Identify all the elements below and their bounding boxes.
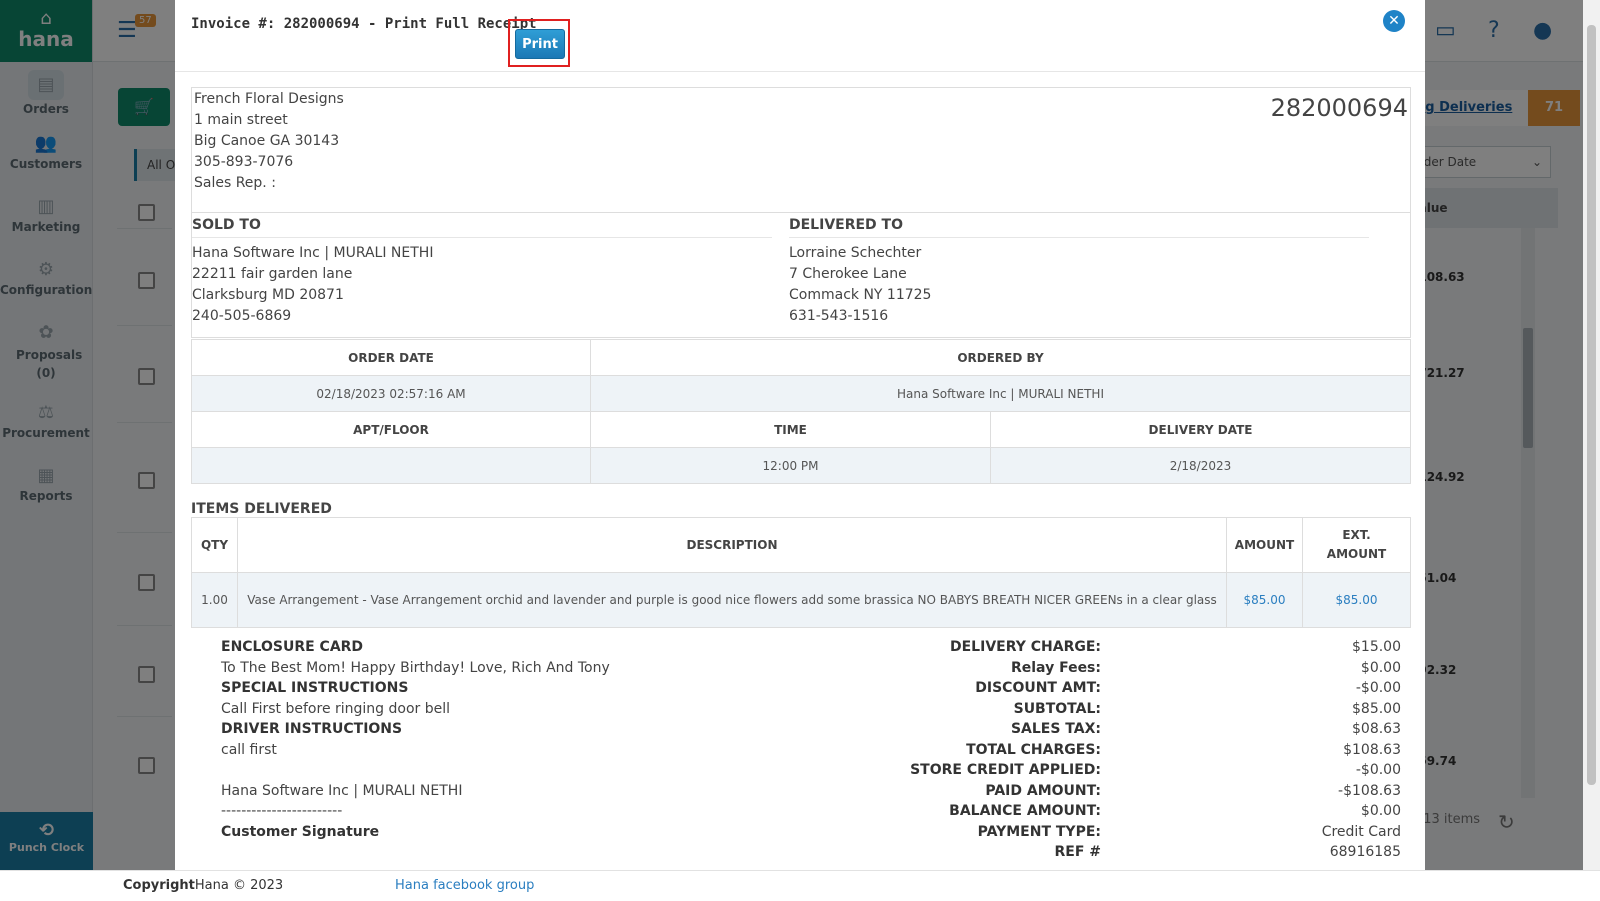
address-section: SOLD TO Hana Software Inc | MURALI NETHI… bbox=[191, 213, 1411, 338]
total-row-delivery-charge: DELIVERY CHARGE: $15.00 bbox=[950, 639, 1401, 655]
company-phone: 305-893-7076 bbox=[194, 154, 294, 170]
ordered-by-header: ORDERED BY bbox=[590, 339, 1411, 376]
ext-amount-header: EXT. AMOUNT bbox=[1302, 517, 1411, 573]
total-row-sales-tax: SALES TAX: $08.63 bbox=[1010, 721, 1401, 737]
modal-header: Invoice #: 282000694 - Print Full Receip… bbox=[175, 0, 1425, 72]
delivered-to-heading: DELIVERED TO bbox=[789, 213, 1369, 238]
total-row-balance-amount: BALANCE AMOUNT: $0.00 bbox=[949, 803, 1401, 819]
table-row: 1.00 Vase Arrangement - Vase Arrangement… bbox=[191, 572, 1411, 628]
company-address: 1 main street bbox=[194, 112, 288, 128]
invoice-number: 282000694 bbox=[1270, 94, 1408, 122]
sales-rep: Sales Rep. : bbox=[194, 175, 276, 191]
print-receipt-modal: Invoice #: 282000694 - Print Full Receip… bbox=[175, 0, 1425, 870]
delivery-date-value: 2/18/2023 bbox=[990, 447, 1411, 484]
apt-floor-value bbox=[191, 447, 591, 484]
total-row-total-charges: TOTAL CHARGES: $108.63 bbox=[966, 741, 1401, 758]
close-icon[interactable]: ✕ bbox=[1383, 10, 1405, 32]
driver-instructions-label: DRIVER INSTRUCTIONS bbox=[221, 721, 403, 737]
special-instructions-text: Call First before ringing door bell bbox=[221, 700, 451, 717]
total-row-payment-type: PAYMENT TYPE: Credit Card bbox=[977, 823, 1401, 840]
delivered-to: DELIVERED TO Lorraine Schechter 7 Cherok… bbox=[789, 213, 1369, 327]
sold-to-name: Hana Software Inc | MURALI NETHI bbox=[192, 245, 434, 261]
modal-title: Invoice #: 282000694 - Print Full Receip… bbox=[191, 16, 537, 32]
sold-to-heading: SOLD TO bbox=[192, 213, 772, 238]
special-instructions-label: SPECIAL INSTRUCTIONS bbox=[221, 680, 409, 696]
print-button-highlight: Print bbox=[508, 19, 570, 67]
item-qty: 1.00 bbox=[191, 572, 238, 628]
company-info: French Floral Designs 1 main street Big … bbox=[191, 87, 1411, 213]
total-row-ref: REF #68916185 bbox=[1054, 844, 1401, 860]
total-row-discount: DISCOUNT AMT: -$0.00 bbox=[975, 680, 1401, 696]
signature-name: Hana Software Inc | MURALI NETHI bbox=[221, 782, 463, 799]
amount-header: AMOUNT bbox=[1226, 517, 1303, 573]
company-city: Big Canoe GA 30143 bbox=[194, 133, 340, 149]
driver-instructions-text: call first bbox=[221, 741, 277, 758]
sold-to-address: 22211 fair garden lane bbox=[192, 266, 353, 282]
delivered-to-phone: 631-543-1516 bbox=[789, 308, 889, 324]
order-notes: ENCLOSURE CARD To The Best Mom! Happy Bi… bbox=[221, 637, 721, 842]
delivered-to-address: 7 Cherokee Lane bbox=[789, 266, 907, 282]
qty-header: QTY bbox=[191, 517, 238, 573]
ordered-by-value: Hana Software Inc | MURALI NETHI bbox=[590, 375, 1411, 412]
receipt: French Floral Designs 1 main street Big … bbox=[191, 87, 1411, 870]
enclosure-card-label: ENCLOSURE CARD bbox=[221, 639, 364, 655]
delivered-to-city: Commack NY 11725 bbox=[789, 287, 932, 303]
customer-signature-label: Customer Signature bbox=[221, 823, 380, 840]
sold-to: SOLD TO Hana Software Inc | MURALI NETHI… bbox=[192, 213, 772, 327]
time-value: 12:00 PM bbox=[590, 447, 991, 484]
print-button[interactable]: Print bbox=[515, 29, 565, 59]
sold-to-phone: 240-505-6869 bbox=[192, 308, 292, 324]
sold-to-city: Clarksburg MD 20871 bbox=[192, 287, 344, 303]
item-description: Vase Arrangement - Vase Arrangement orch… bbox=[237, 572, 1227, 628]
signature-line: ------------------------ bbox=[221, 803, 343, 819]
order-date-header: ORDER DATE bbox=[191, 339, 591, 376]
total-row-store-credit: STORE CREDIT APPLIED: -$0.00 bbox=[910, 762, 1401, 778]
footer: CopyrightHana © 2023 Hana facebook group bbox=[0, 870, 1600, 900]
facebook-group-link[interactable]: Hana facebook group bbox=[395, 871, 534, 901]
apt-floor-header: APT/FLOOR bbox=[191, 411, 591, 448]
delivery-date-header: DELIVERY DATE bbox=[990, 411, 1411, 448]
totals-section: DELIVERY CHARGE: $15.00 Relay Fees: $0.00 … bbox=[881, 637, 1401, 863]
total-row-paid-amount: PAID AMOUNT: -$108.63 bbox=[985, 782, 1401, 799]
page-scrollbar-thumb[interactable] bbox=[1587, 25, 1596, 785]
total-row-relay-fees: Relay Fees: $0.00 bbox=[1010, 659, 1401, 676]
page-scrollbar[interactable] bbox=[1583, 0, 1600, 870]
order-info-table: ORDER DATE ORDERED BY 02/18/2023 02:57:1… bbox=[191, 339, 1411, 484]
description-header: DESCRIPTION bbox=[237, 517, 1227, 573]
item-ext-amount: $85.00 bbox=[1302, 572, 1411, 628]
items-delivered-title: ITEMS DELIVERED bbox=[191, 501, 332, 517]
company-name: French Floral Designs bbox=[194, 91, 344, 107]
enclosure-card-text: To The Best Mom! Happy Birthday! Love, R… bbox=[221, 659, 610, 676]
items-table: QTY DESCRIPTION AMOUNT EXT. AMOUNT 1.00 … bbox=[191, 517, 1411, 628]
total-row-subtotal: SUBTOTAL: $85.00 bbox=[1013, 700, 1401, 717]
delivered-to-name: Lorraine Schechter bbox=[789, 245, 922, 261]
copyright-text: CopyrightHana © 2023 bbox=[123, 878, 284, 893]
order-date-value: 02/18/2023 02:57:16 AM bbox=[191, 375, 591, 412]
time-header: TIME bbox=[590, 411, 991, 448]
item-amount: $85.00 bbox=[1226, 572, 1303, 628]
